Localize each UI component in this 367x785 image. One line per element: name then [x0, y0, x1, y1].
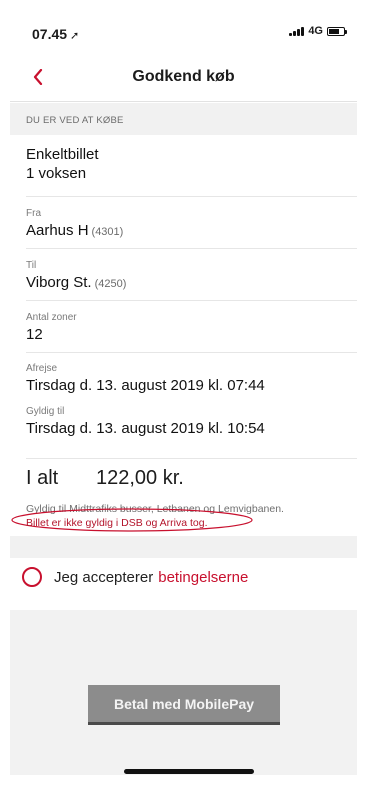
section-divider	[10, 536, 357, 558]
to-code: (4250)	[94, 278, 127, 290]
total-amount: 122,00 kr.	[96, 467, 184, 489]
status-bar: 07.45 ➚ 4G	[10, 10, 357, 54]
network-label: 4G	[308, 25, 323, 37]
app-screen: 07.45 ➚ 4G Godkend køb DU ER VED AT KØBE …	[10, 10, 357, 775]
section-header-label: DU ER VED AT KØBE	[26, 115, 124, 126]
departure-row: Afrejse Tirsdag d. 13. august 2019 kl. 0…	[26, 353, 357, 403]
zones-label: Antal zoner	[26, 312, 77, 323]
departure-label: Afrejse	[26, 363, 58, 374]
location-arrow-icon: ➚	[70, 30, 80, 42]
to-station: Viborg St.	[26, 274, 92, 291]
from-label: Fra	[26, 208, 41, 219]
status-time: 07.45 ➚	[32, 26, 80, 42]
nav-bar: Godkend køb	[10, 54, 357, 102]
ticket-type-row: Enkeltbillet 1 voksen	[26, 135, 357, 197]
valid-value: Tirsdag d. 13. august 2019 kl. 10:54	[26, 420, 265, 437]
total-row: I alt 122,00 kr.	[26, 467, 184, 490]
valid-label: Gyldig til	[26, 406, 65, 417]
accept-label: Jeg accepterer	[54, 568, 154, 586]
pay-mobilepay-button[interactable]: Betal med MobilePay	[88, 685, 280, 725]
warning-note: Billet er ikke gyldig i DSB og Arriva to…	[26, 517, 208, 529]
zones-value: 12	[26, 326, 43, 343]
ticket-passengers: 1 voksen	[26, 165, 87, 182]
to-label: Til	[26, 260, 37, 271]
from-row: Fra Aarhus H (4301)	[26, 197, 357, 249]
from-code: (4301)	[91, 226, 124, 238]
terms-link[interactable]: betingelserne	[158, 569, 248, 586]
to-row: Til Viborg St. (4250)	[26, 249, 357, 301]
home-indicator	[124, 769, 254, 774]
battery-icon	[327, 26, 347, 36]
valid-row: Gyldig til Tirsdag d. 13. august 2019 kl…	[26, 403, 357, 459]
ticket-type: Enkeltbillet	[26, 146, 99, 163]
status-indicators: 4G	[289, 25, 347, 37]
from-station: Aarhus H	[26, 222, 89, 239]
page-title: Godkend køb	[132, 68, 235, 85]
departure-value: Tirsdag d. 13. august 2019 kl. 07:44	[26, 377, 265, 394]
accept-terms[interactable]: Jeg accepterer betingelserne	[22, 567, 248, 587]
signal-icon	[289, 26, 305, 36]
accept-radio[interactable]	[22, 567, 42, 587]
zones-row: Antal zoner 12	[26, 301, 357, 353]
section-header: DU ER VED AT KØBE	[10, 103, 357, 135]
total-label: I alt	[26, 467, 59, 489]
